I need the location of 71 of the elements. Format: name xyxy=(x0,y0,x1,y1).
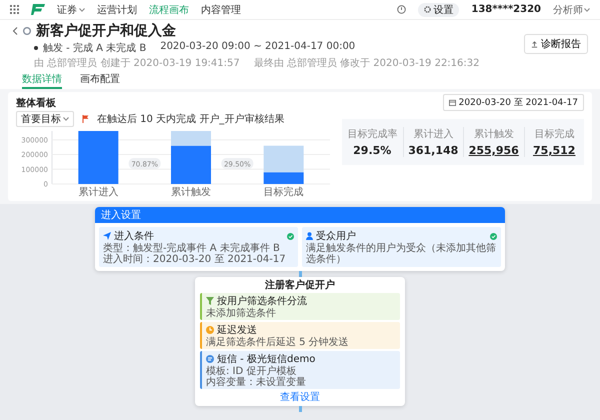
role-dropdown[interactable]: 分析师 xyxy=(553,2,590,16)
stat-link[interactable]: 255,956 xyxy=(468,144,519,157)
grid-menu-icon[interactable] xyxy=(10,5,19,14)
category-label: 目标完成 xyxy=(264,187,304,198)
role-label: 分析师 xyxy=(553,4,583,16)
item-title: 按用户筛选条件分流 xyxy=(217,294,308,308)
caret-icon xyxy=(63,117,69,121)
condition-card[interactable]: 受众用户 满足触发条件的用户为受众（未添加其他筛选条件） xyxy=(302,227,501,267)
stat-value: 361,148 xyxy=(408,144,458,157)
report-button[interactable]: 诊断报告 xyxy=(524,34,588,54)
step-item[interactable]: 按用户筛选条件分流 未添加筛选条件 xyxy=(200,293,400,320)
settings-icon xyxy=(424,6,432,13)
logo-icon xyxy=(31,4,45,15)
trigger-rule: 触发 - 完成 A 未完成 B xyxy=(43,42,146,55)
help-icon[interactable] xyxy=(397,5,406,14)
filter-icon xyxy=(206,297,214,305)
flag-icon xyxy=(82,115,89,123)
tab[interactable]: 画布配置 xyxy=(80,71,120,89)
stat-label: 目标完成率 xyxy=(347,128,398,141)
item-title: 短信 - 极光短信demo xyxy=(217,352,316,366)
message-icon xyxy=(206,355,214,363)
date-range-picker[interactable]: 2020-03-20 至 2021-04-17 xyxy=(442,94,584,111)
item-text: 满足筛选条件后延迟 5 分钟发送 xyxy=(206,337,350,348)
node-title: 进入设置 xyxy=(95,207,505,223)
item-title: 延迟发送 xyxy=(217,324,258,336)
status-icon xyxy=(23,27,31,35)
category-label: 累计进入 xyxy=(78,187,118,198)
nav-item[interactable]: 内容管理 xyxy=(201,2,241,16)
clock-icon xyxy=(206,326,214,334)
card-text: 进入时间：2020-03-20 至 2021-04-17 xyxy=(103,254,287,265)
step-item[interactable]: 短信 - 极光短信demo 模板: ID 促开户模板 内容变量：未设置变量 xyxy=(200,351,400,389)
bar xyxy=(78,131,118,184)
user-icon xyxy=(306,232,313,240)
card-text: 类型：触发型-完成事件 A 未完成事件 B xyxy=(103,243,281,254)
send-icon xyxy=(103,232,111,240)
card-text: 满足触发条件的用户为受众（未添加其他筛选条件） xyxy=(306,243,497,265)
check-icon xyxy=(287,232,294,240)
stat-label: 累计进入 xyxy=(413,128,454,141)
category-label: 累计触发 xyxy=(171,187,211,198)
check-icon xyxy=(490,232,497,240)
view-settings-link[interactable]: 查看设置 xyxy=(195,389,405,406)
item-text: 模板: ID 促开户模板 xyxy=(206,366,298,377)
caret-icon xyxy=(584,8,590,12)
back-icon[interactable] xyxy=(12,27,18,35)
card-title: 受众用户 xyxy=(316,230,357,242)
nav-item[interactable]: 证券 xyxy=(57,2,85,16)
stat-link[interactable]: 75,512 xyxy=(533,144,576,157)
card-title: 进入条件 xyxy=(114,230,155,242)
goal-select[interactable]: 首要目标 xyxy=(16,111,74,127)
nav-item[interactable]: 运营计划 xyxy=(97,2,137,16)
item-text: 未添加筛选条件 xyxy=(206,308,277,319)
settings-button[interactable]: 设置 xyxy=(418,2,460,16)
settings-label: 设置 xyxy=(433,4,454,16)
item-text: 内容变量：未设置变量 xyxy=(206,377,307,388)
stat-value: 29.5% xyxy=(353,144,392,157)
calendar-icon xyxy=(448,99,456,106)
goal-description: 在触达后 10 天内完成 开户_开户审核结果 xyxy=(97,112,284,126)
caret-icon xyxy=(79,8,85,12)
bullet-icon xyxy=(34,46,38,50)
page-title: 新客户促开户和促入金 xyxy=(36,22,176,40)
date-range: 2020-03-20 09:00 ~ 2021-04-17 00:00 xyxy=(160,41,356,54)
node-title: 注册客户促开户 xyxy=(264,278,336,293)
account-phone: 138****2320 xyxy=(471,4,541,15)
stat-label: 累计触发 xyxy=(474,128,514,141)
condition-card[interactable]: 进入条件 类型：触发型-完成事件 A 未完成事件 B 进入时间：2020-03-20 至 2021-04-17 xyxy=(99,227,298,267)
modified-info: 最终由 总部管理员 修改于 2020-03-19 22:16:32 xyxy=(254,56,480,70)
stat-label: 目标完成 xyxy=(534,128,574,141)
step-item[interactable]: 延迟发送 满足筛选条件后延迟 5 分钟发送 xyxy=(200,322,400,349)
created-info: 由 总部管理员 创建于 2020-03-19 19:41:57 xyxy=(34,56,240,70)
upload-icon xyxy=(531,40,538,48)
panel-title: 整体看板 xyxy=(16,96,56,110)
